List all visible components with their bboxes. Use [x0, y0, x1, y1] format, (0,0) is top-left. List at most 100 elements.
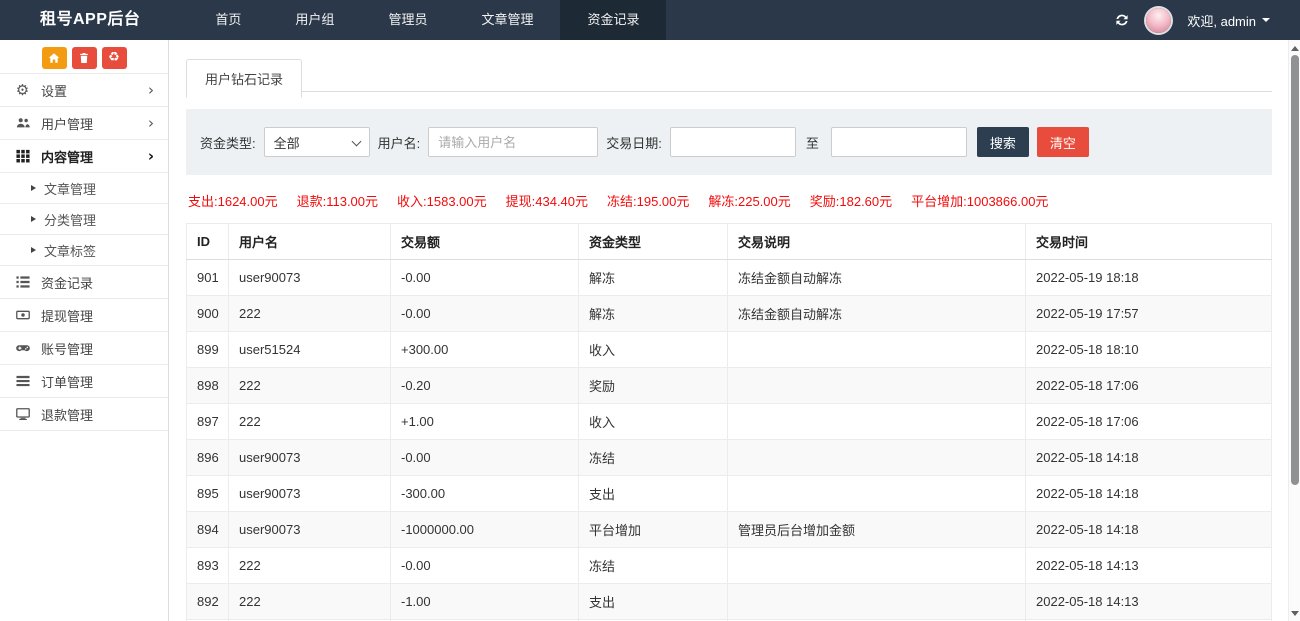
sidebar-menu: ⚙ 设置 ›用户管理›内容管理›文章管理分类管理文章标签资金记录提现管理账号管理订单… — [0, 74, 168, 431]
filter-toolbar: 资金类型: 全部 用户名: 交易日期: 至 搜索 清空 — [186, 109, 1272, 175]
home-icon — [48, 52, 60, 64]
table-cell: 奖励 — [579, 368, 728, 404]
sidebar-item-category-management[interactable]: 分类管理 — [0, 204, 168, 235]
sidebar-item-label: 订单管理 — [41, 372, 93, 391]
table-cell: 896 — [187, 440, 229, 476]
sidebar-item-account-management[interactable]: 账号管理 — [0, 332, 168, 365]
navbar-menu: 首页用户组管理员文章管理资金记录 — [188, 0, 666, 40]
table-row: 892222-1.00支出2022-05-18 14:13 — [187, 584, 1272, 620]
welcome-text: 欢迎, admin — [1187, 11, 1256, 30]
table-cell — [728, 548, 1026, 584]
table-cell: -0.00 — [391, 296, 579, 332]
chevron-down-icon — [351, 137, 361, 147]
scrollbar-thumb[interactable] — [1291, 55, 1299, 485]
sidebar-item-label: 分类管理 — [44, 210, 96, 229]
sidebar-item-refund-management[interactable]: 退款管理 — [0, 398, 168, 431]
column-header: 交易额 — [391, 224, 579, 260]
sidebar-item-label: 账号管理 — [41, 339, 93, 358]
sidebar: ♻ ⚙ 设置 ›用户管理›内容管理›文章管理分类管理文章标签资金记录提现管理账号管理… — [0, 40, 169, 621]
list-icon — [13, 275, 32, 289]
fund-type-label: 资金类型: — [200, 133, 256, 152]
main-content: 用户钻石记录 资金类型: 全部 用户名: 交易日期: 至 搜索 清空 支出:16… — [170, 40, 1288, 621]
table-cell: 2022-05-18 17:06 — [1026, 404, 1272, 440]
table-cell — [728, 404, 1026, 440]
table-cell: 管理员后台增加金额 — [728, 512, 1026, 548]
nav-admin[interactable]: 管理员 — [361, 0, 454, 40]
table-cell: 2022-05-18 14:13 — [1026, 548, 1272, 584]
trash-button[interactable] — [72, 47, 97, 69]
fund-type-select[interactable]: 全部 — [264, 127, 370, 157]
sidebar-item-withdraw-management[interactable]: 提现管理 — [0, 299, 168, 332]
column-header: 交易说明 — [728, 224, 1026, 260]
sidebar-item-label: 设置 — [41, 81, 67, 100]
caret-right-icon — [31, 247, 36, 253]
table-cell: 894 — [187, 512, 229, 548]
table-cell: 893 — [187, 548, 229, 584]
refresh-icon[interactable] — [1114, 12, 1130, 28]
table-cell: user90073 — [229, 440, 391, 476]
table-cell: 冻结金额自动解冻 — [728, 296, 1026, 332]
date-to-input[interactable] — [831, 127, 967, 157]
fund-type-value: 全部 — [274, 133, 300, 152]
table-cell: 222 — [229, 368, 391, 404]
sidebar-item-fund-records[interactable]: 资金记录 — [0, 266, 168, 299]
table-row: 896user90073-0.00冻结2022-05-18 14:18 — [187, 440, 1272, 476]
sidebar-item-order-management[interactable]: 订单管理 — [0, 365, 168, 398]
sidebar-item-article-tags[interactable]: 文章标签 — [0, 235, 168, 266]
date-from-input[interactable] — [670, 127, 796, 157]
table-cell: 冻结 — [579, 440, 728, 476]
table-cell: 892 — [187, 584, 229, 620]
table-cell: 2022-05-18 14:13 — [1026, 584, 1272, 620]
column-header: 用户名 — [229, 224, 391, 260]
table-cell: user51524 — [229, 332, 391, 368]
table-cell: 900 — [187, 296, 229, 332]
nav-user-group[interactable]: 用户组 — [268, 0, 361, 40]
sidebar-item-article-management[interactable]: 文章管理 — [0, 173, 168, 204]
table-cell: 2022-05-18 14:18 — [1026, 512, 1272, 548]
clear-button[interactable]: 清空 — [1037, 127, 1089, 157]
sidebar-item-label: 资金记录 — [41, 273, 93, 292]
nav-article-management[interactable]: 文章管理 — [454, 0, 560, 40]
table-cell: 2022-05-19 17:57 — [1026, 296, 1272, 332]
table-row: 898222-0.20奖励2022-05-18 17:06 — [187, 368, 1272, 404]
nav-home[interactable]: 首页 — [188, 0, 268, 40]
nav-fund-records[interactable]: 资金记录 — [560, 0, 666, 40]
home-button[interactable] — [42, 47, 67, 69]
sidebar-item-settings[interactable]: ⚙设置› — [0, 74, 168, 107]
users-icon — [13, 116, 32, 130]
table-cell: 2022-05-18 17:06 — [1026, 368, 1272, 404]
stat-item: 退款:113.00元 — [297, 191, 378, 210]
table-row: 894user90073-1000000.00平台增加管理员后台增加金额2022… — [187, 512, 1272, 548]
table-row: 897222+1.00收入2022-05-18 17:06 — [187, 404, 1272, 440]
username-input[interactable] — [428, 127, 598, 157]
table-cell: 897 — [187, 404, 229, 440]
scroll-up-arrow-icon[interactable] — [1291, 46, 1299, 51]
sidebar-item-content-management[interactable]: 内容管理› — [0, 140, 168, 173]
table-cell: +1.00 — [391, 404, 579, 440]
chevron-right-icon: › — [148, 116, 154, 131]
user-dropdown[interactable]: 欢迎, admin — [1187, 11, 1270, 30]
table-cell — [728, 368, 1026, 404]
table-cell: 平台增加 — [579, 512, 728, 548]
table-cell — [728, 332, 1026, 368]
avatar[interactable] — [1146, 8, 1171, 33]
stat-item: 支出:1624.00元 — [188, 191, 278, 210]
recycle-icon: ♻ — [108, 51, 120, 64]
table-cell: 2022-05-18 14:18 — [1026, 440, 1272, 476]
table-cell: -1000000.00 — [391, 512, 579, 548]
grid-icon — [13, 149, 32, 163]
recycle-button[interactable]: ♻ — [102, 47, 127, 69]
table-cell: -1.00 — [391, 584, 579, 620]
gamepad-icon — [13, 341, 32, 355]
vertical-scrollbar[interactable] — [1288, 40, 1300, 621]
table-cell: 解冻 — [579, 260, 728, 296]
tab-user-diamond-records[interactable]: 用户钻石记录 — [186, 59, 302, 98]
gears-icon: ⚙ — [13, 81, 32, 99]
table-cell: 收入 — [579, 332, 728, 368]
sidebar-item-user-management[interactable]: 用户管理› — [0, 107, 168, 140]
trash-icon — [78, 52, 90, 64]
scroll-down-arrow-icon[interactable] — [1291, 611, 1299, 616]
stat-item: 平台增加:1003866.00元 — [911, 191, 1048, 210]
search-button[interactable]: 搜索 — [977, 127, 1029, 157]
table-row: 899user51524+300.00收入2022-05-18 18:10 — [187, 332, 1272, 368]
